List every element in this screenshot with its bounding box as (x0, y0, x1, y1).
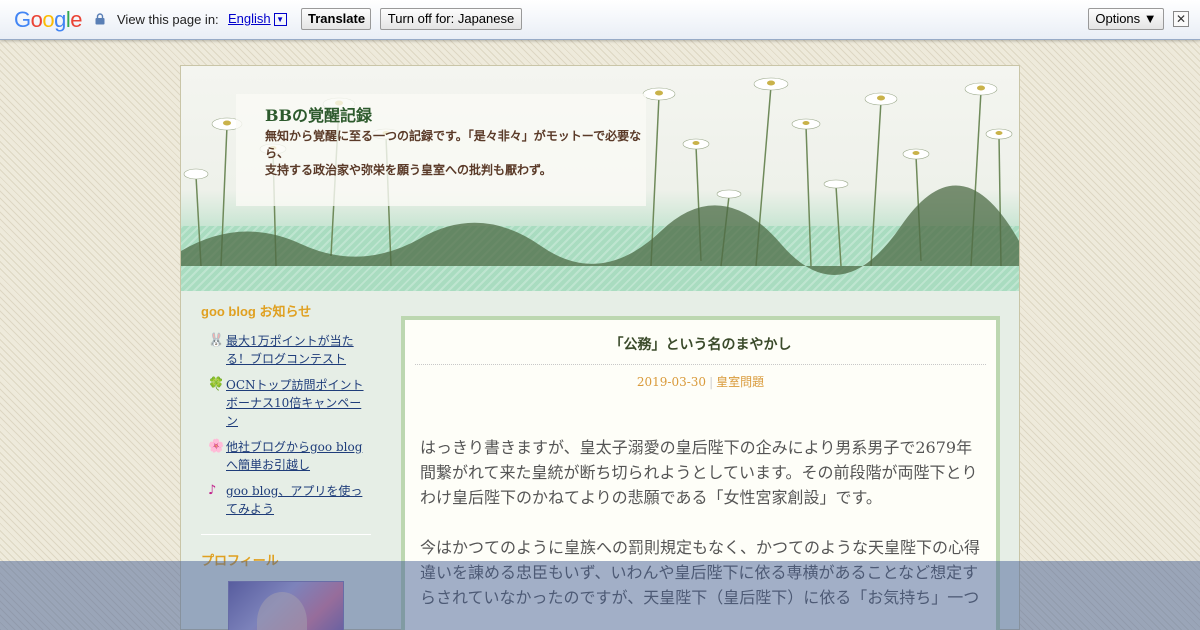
logo-letter: e (70, 7, 83, 32)
notice-item: ♪ goo blog、アプリを使ってみよう (201, 482, 371, 518)
entry-paragraph: はっきり書きますが、皇太子溺愛の皇后陛下の企みにより男系男子で2679年間繋がれ… (420, 438, 978, 507)
entry-meta: 2019-03-30 | 皇室問題 (405, 373, 996, 390)
blog-container: BBの覚醒記録 無知から覚醒に至る一つの記録です。「是々非々」がモットーで必要な… (180, 65, 1020, 630)
logo-letter: o (30, 7, 43, 32)
notice-link[interactable]: 他社ブログからgoo blogへ簡単お引越し (226, 440, 362, 472)
logo-letter: o (42, 7, 55, 32)
lock-icon (95, 13, 105, 25)
notice-list: 🐰 最大1万ポイントが当たる！ブログコンテスト 🍀 OCNトップ訪問ポイント ボ… (201, 332, 371, 518)
flower-icon: 🌸 (208, 439, 225, 454)
notice-heading: goo blog お知らせ (201, 304, 312, 319)
logo-letter: G (14, 7, 31, 32)
description-line: 無知から覚醒に至る一つの記録です。「是々非々」がモットーで必要なら、 (265, 129, 642, 160)
notice-link[interactable]: OCNトップ訪問ポイント ボーナス10倍キャンペーン (226, 378, 364, 428)
clover-icon: 🍀 (208, 377, 225, 392)
entry-title[interactable]: 「公務」という名のまやかし (405, 334, 996, 354)
close-icon[interactable]: ✕ (1173, 11, 1189, 27)
google-logo: Google (14, 7, 83, 33)
sidebar-divider (201, 534, 371, 535)
description-line: 支持する政治家や弥栄を願う皇室への批判も厭わず。 (265, 163, 552, 177)
chevron-down-icon: ▼ (273, 13, 287, 26)
entry-category[interactable]: 皇室問題 (716, 375, 764, 389)
music-note-icon: ♪ (208, 483, 217, 498)
translate-button[interactable]: Translate (301, 8, 371, 30)
notice-link[interactable]: goo blog、アプリを使ってみよう (226, 484, 362, 516)
meta-separator: | (709, 375, 714, 389)
blog-header: BBの覚醒記録 無知から覚醒に至る一つの記録です。「是々非々」がモットーで必要な… (181, 66, 1019, 291)
options-button[interactable]: Options ▼ (1088, 8, 1164, 30)
entry-divider (415, 364, 986, 365)
language-name: English (228, 11, 271, 26)
blog-description: 無知から覚醒に至る一つの記録です。「是々非々」がモットーで必要なら、 支持する政… (265, 128, 655, 179)
language-select[interactable]: English ▼ (228, 11, 287, 26)
notice-item: 🍀 OCNトップ訪問ポイント ボーナス10倍キャンペーン (201, 376, 371, 430)
bottom-overlay (0, 561, 1200, 630)
translate-bar: Google View this page in: English ▼ Trans… (0, 0, 1200, 40)
rabbit-icon: 🐰 (208, 333, 225, 348)
notice-link[interactable]: 最大1万ポイントが当たる！ブログコンテスト (226, 334, 354, 366)
turn-off-button[interactable]: Turn off for: Japanese (380, 8, 522, 30)
notice-item: 🐰 最大1万ポイントが当たる！ブログコンテスト (201, 332, 371, 368)
blog-title[interactable]: BBの覚醒記録 (265, 102, 372, 126)
logo-letter: g (54, 7, 66, 32)
notice-item: 🌸 他社ブログからgoo blogへ簡単お引越し (201, 438, 371, 474)
entry-date: 2019-03-30 (636, 375, 707, 389)
view-page-label: View this page in: (117, 12, 219, 27)
title-box: BBの覚醒記録 無知から覚醒に至る一つの記録です。「是々非々」がモットーで必要な… (236, 94, 646, 206)
